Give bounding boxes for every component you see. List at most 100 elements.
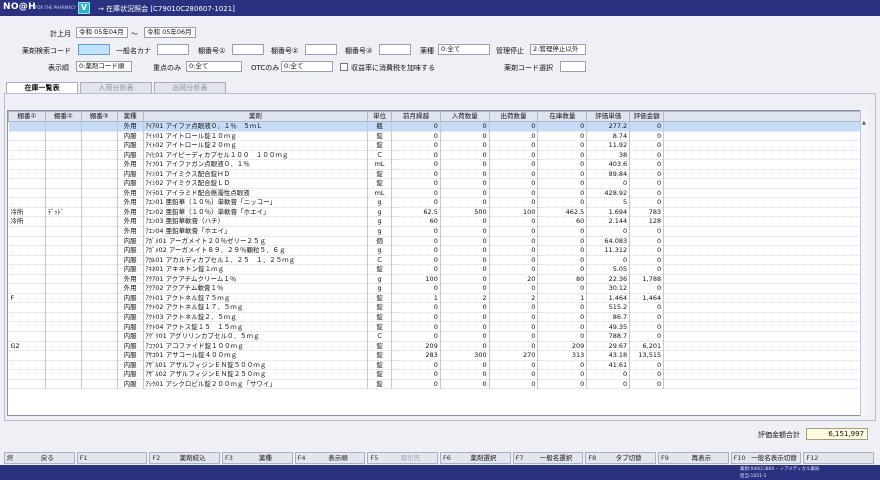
table-cell: 0 (537, 121, 588, 132)
table-row[interactable]: 冷所 ﾃﾞｯﾄﾞ 外用 ｱｴﾝ02 亜鉛華（１０％）単軟膏「ホエイ」 g 62.5 500 1… (8, 207, 866, 218)
table-cell: 0 (440, 312, 490, 323)
table-row[interactable]: 外用 ｱｲｱ01 アイファ点眼液０．１％ ５ｍＬ 瓶 0 0 0 0 277.2 0 (8, 121, 866, 132)
drug-code-input[interactable] (78, 44, 110, 55)
table-cell: 内服 (117, 131, 144, 142)
table-row[interactable]: 内服 ｱｲﾐ02 アイミクス配合錠ＬＤ 錠 0 0 0 0 0 0 (8, 178, 866, 189)
table-row[interactable]: 内服 ｱｼｸ01 アシクロビル錠２００ｍｇ「サワイ」錠 0 0 0 0 0 0 (8, 379, 866, 390)
tab-outgoing-analysis[interactable]: 出荷分析表 (154, 82, 226, 93)
table-cell (8, 245, 46, 256)
focus-label: 重点のみ (153, 64, 181, 72)
table-row[interactable]: 外用 ｱｸｱ01 アクアチムクリーム１％ g 100 0 20 80 22.36 1,788 (8, 274, 866, 285)
column-header[interactable]: 出荷数量 (488, 111, 539, 122)
table-cell: 0 (629, 321, 665, 333)
table-row[interactable]: 外用 ｱｲﾌ01 アイファガン点眼液０．１％ mL 0 0 0 0 403.6 0 (8, 159, 866, 170)
table-cell: 0 (440, 159, 490, 170)
column-header[interactable]: 評価金額 (629, 111, 665, 122)
table-row[interactable]: 外用 ｱｲﾗ01 アイラミド配合懸濁性点眼液 mL 0 0 0 0 428.92 0 (8, 188, 866, 199)
period-to-field[interactable]: 令和 05年06月 (144, 27, 196, 38)
fkey-button-f2[interactable]: F2 薬剤絞込 (149, 452, 220, 464)
table-row[interactable]: 内服 ｱｲﾐ01 アイミクス配合錠ＨＤ 錠 0 0 0 0 89.84 0 (8, 169, 866, 180)
scroll-up-arrow-icon[interactable]: ▲ (862, 120, 867, 126)
category-select[interactable]: 0:全て (438, 44, 490, 55)
table-cell-filler (663, 245, 866, 256)
table-cell: 錠 (367, 379, 393, 390)
column-header[interactable]: 単位 (367, 111, 393, 122)
column-header[interactable]: 棚番① (8, 111, 46, 122)
table-row[interactable]: 内服 ｱｸﾞﾘ01 アグリリンカプセル０．５ｍｇ Ｃ 0 0 0 0 788.7 0 (8, 331, 866, 342)
table-cell (81, 302, 118, 313)
table-row[interactable]: 外用 ｱｴﾝ04 亜鉛華軟膏「ホエイ」 g 0 0 0 0 0 0 (8, 226, 866, 237)
shelf3-input[interactable] (379, 44, 411, 55)
fkey-button-f3[interactable]: F3 薬種 (222, 452, 293, 464)
table-cell (8, 197, 46, 208)
column-header[interactable]: 薬剤 (142, 111, 369, 122)
table-cell (81, 150, 118, 161)
table-cell: 0 (629, 369, 665, 380)
stock-table[interactable]: 棚番① 棚番② 棚番③ 薬種 薬剤 単位 前月繰越 入荷数量 出荷数量 在庫数量 評価単価 評価金額 … (7, 110, 867, 416)
fkey-button-f9[interactable]: F9 再表示 (658, 452, 729, 464)
table-cell: ｱｸﾄ03 アクトネル錠２．５ｍｇ (143, 312, 369, 323)
table-row[interactable]: 内服 ｱｶﾞﾒ01 アーガメイト２０％ゼリー２５ｇ 個 0 0 0 0 64.083 0 (8, 236, 866, 247)
table-cell-filler (663, 379, 866, 390)
table-row[interactable]: 内服 ｱｸﾄ04 アクトス錠１５ １５ｍｇ 錠 0 0 0 0 49.35 0 (8, 321, 866, 333)
table-row[interactable]: 内服 ｱｷﾈ01 アキネトン錠１ｍｇ 錠 0 0 0 0 5.05 0 (8, 264, 866, 275)
table-row[interactable]: 内服 ｱｲﾋ01 アイピーディカプセル１００ １００ｍｇ Ｃ 0 0 0 0 38 0 (8, 150, 866, 161)
tab-incoming-analysis[interactable]: 入荷分析表 (80, 82, 152, 93)
focus-select[interactable]: 0:全て (186, 61, 242, 72)
tab-stock-list[interactable]: 在庫一覧表 (6, 82, 78, 93)
otc-select[interactable]: 0:全て (281, 61, 333, 72)
table-row[interactable]: 内服 ｱｸﾄ03 アクトネル錠２．５ｍｇ 錠 0 0 0 0 86.7 0 (8, 312, 866, 323)
vertical-scrollbar[interactable]: ▲ (860, 110, 868, 416)
table-row[interactable]: 外用 ｱｸｱ02 アクアチム軟膏１％ g 0 0 0 0 30.12 0 (8, 283, 866, 294)
table-row[interactable]: 内服 ｱｲﾄ01 アイトロール錠１０ｍｇ 錠 0 0 0 0 8.74 0 (8, 131, 866, 142)
column-header[interactable]: 評価単価 (586, 111, 631, 122)
fkey-number: F2 (152, 454, 161, 462)
column-header[interactable]: 前月繰越 (391, 111, 441, 122)
table-cell-filler (663, 236, 866, 247)
table-cell-filler (663, 150, 866, 161)
fkey-label: 一般名表示切替 (751, 454, 797, 462)
table-cell (81, 131, 118, 142)
table-row[interactable]: 内服 ｱｶﾙ01 アカルディカプセル１．２５ １．２５ｍｇ Ｃ 0 0 0 0 0 0 (8, 255, 866, 266)
table-cell: g (367, 207, 393, 218)
fkey-button-終[interactable]: 終 戻る (4, 452, 75, 464)
column-header[interactable]: 薬種 (116, 111, 144, 122)
order-select[interactable]: 0:薬剤コード順 (76, 61, 132, 72)
shelf2-input[interactable] (305, 44, 337, 55)
table-cell-filler (663, 159, 866, 170)
table-cell: 6,201 (629, 341, 665, 352)
table-cell: 錠 (367, 140, 393, 151)
table-cell (45, 321, 82, 333)
stop-select[interactable]: 2:管理停止以外 (530, 44, 586, 55)
shelf3-label: 棚番号③ (345, 47, 373, 55)
general-name-input[interactable] (157, 44, 189, 55)
table-row[interactable]: 内服 ｱｸﾄ02 アクトネル錠１７．５ｍｇ 錠 0 0 0 0 515.2 0 (8, 302, 866, 313)
table-row[interactable]: 冷所 外用 ｱｴﾝ03 亜鉛華軟膏（ハチ） g 60 0 0 60 2.144 128 (8, 216, 866, 227)
table-row[interactable]: G2 内服 ｱｺﾌ01 アコファイド錠１００ｍｇ 錠 209 0 0 209 29.67 6,20… (8, 341, 866, 352)
table-row[interactable]: 外用 ｱｴﾝ01 亜鉛華（１０％）単軟膏「ニッコー」 g 0 0 0 0 5 0 (8, 197, 866, 208)
table-row[interactable]: 内服 ｱｻﾞﾙ02 アザルフィジンＥＮ錠２５０ｍｇ 錠 0 0 0 0 0 0 (8, 369, 866, 380)
drug-select-input[interactable] (560, 61, 586, 72)
table-row[interactable]: 内服 ｱｶﾞﾒ02 アーガメイト８９．２９％顆粒５．６ｇ g 0 0 0 0 11.312 0 (8, 245, 866, 256)
period-from-field[interactable]: 令和 05年04月 (76, 27, 128, 38)
table-cell: ｱｸｱ02 アクアチム軟膏１％ (143, 283, 369, 294)
table-cell: 0 (391, 131, 441, 142)
table-cell-filler (663, 312, 866, 323)
fkey-button-f10[interactable]: F10 一般名表示切替 (730, 452, 802, 464)
table-cell-filler (663, 264, 866, 275)
column-header[interactable]: 棚番③ (80, 111, 118, 122)
table-cell (45, 131, 82, 142)
fkey-button-f8[interactable]: F8 タブ切替 (585, 452, 656, 464)
table-row[interactable]: 内服 ｱｻｺ01 アサコール錠４００ｍｇ 錠 283 300 270 313 43.18 13,… (8, 350, 866, 361)
fkey-button-f4[interactable]: F4 表示順 (294, 452, 366, 464)
column-header[interactable]: 入荷数量 (439, 111, 490, 122)
tax-checkbox[interactable] (340, 63, 348, 71)
fkey-button-f7[interactable]: F7 一般名選択 (512, 452, 584, 464)
fkey-button-f6[interactable]: F6 薬剤選択 (440, 452, 511, 464)
table-row[interactable]: 内服 ｱｲﾄ02 アイトロール錠２０ｍｇ 錠 0 0 0 0 11.92 0 (8, 140, 866, 151)
column-header[interactable]: 棚番② (44, 111, 82, 122)
shelf1-input[interactable] (232, 44, 264, 55)
column-header[interactable]: 在庫数量 (537, 111, 588, 122)
table-row[interactable]: 内服 ｱｻﾞﾙ01 アザルフィジンＥＮ錠５００ｍｇ 錠 0 0 0 0 41.61 0 (8, 360, 866, 371)
table-row[interactable]: F 内服 ｱｸﾄ01 アクトネル錠７５ｍｇ 錠 1 2 2 1 1,464 1,464 (8, 293, 866, 304)
